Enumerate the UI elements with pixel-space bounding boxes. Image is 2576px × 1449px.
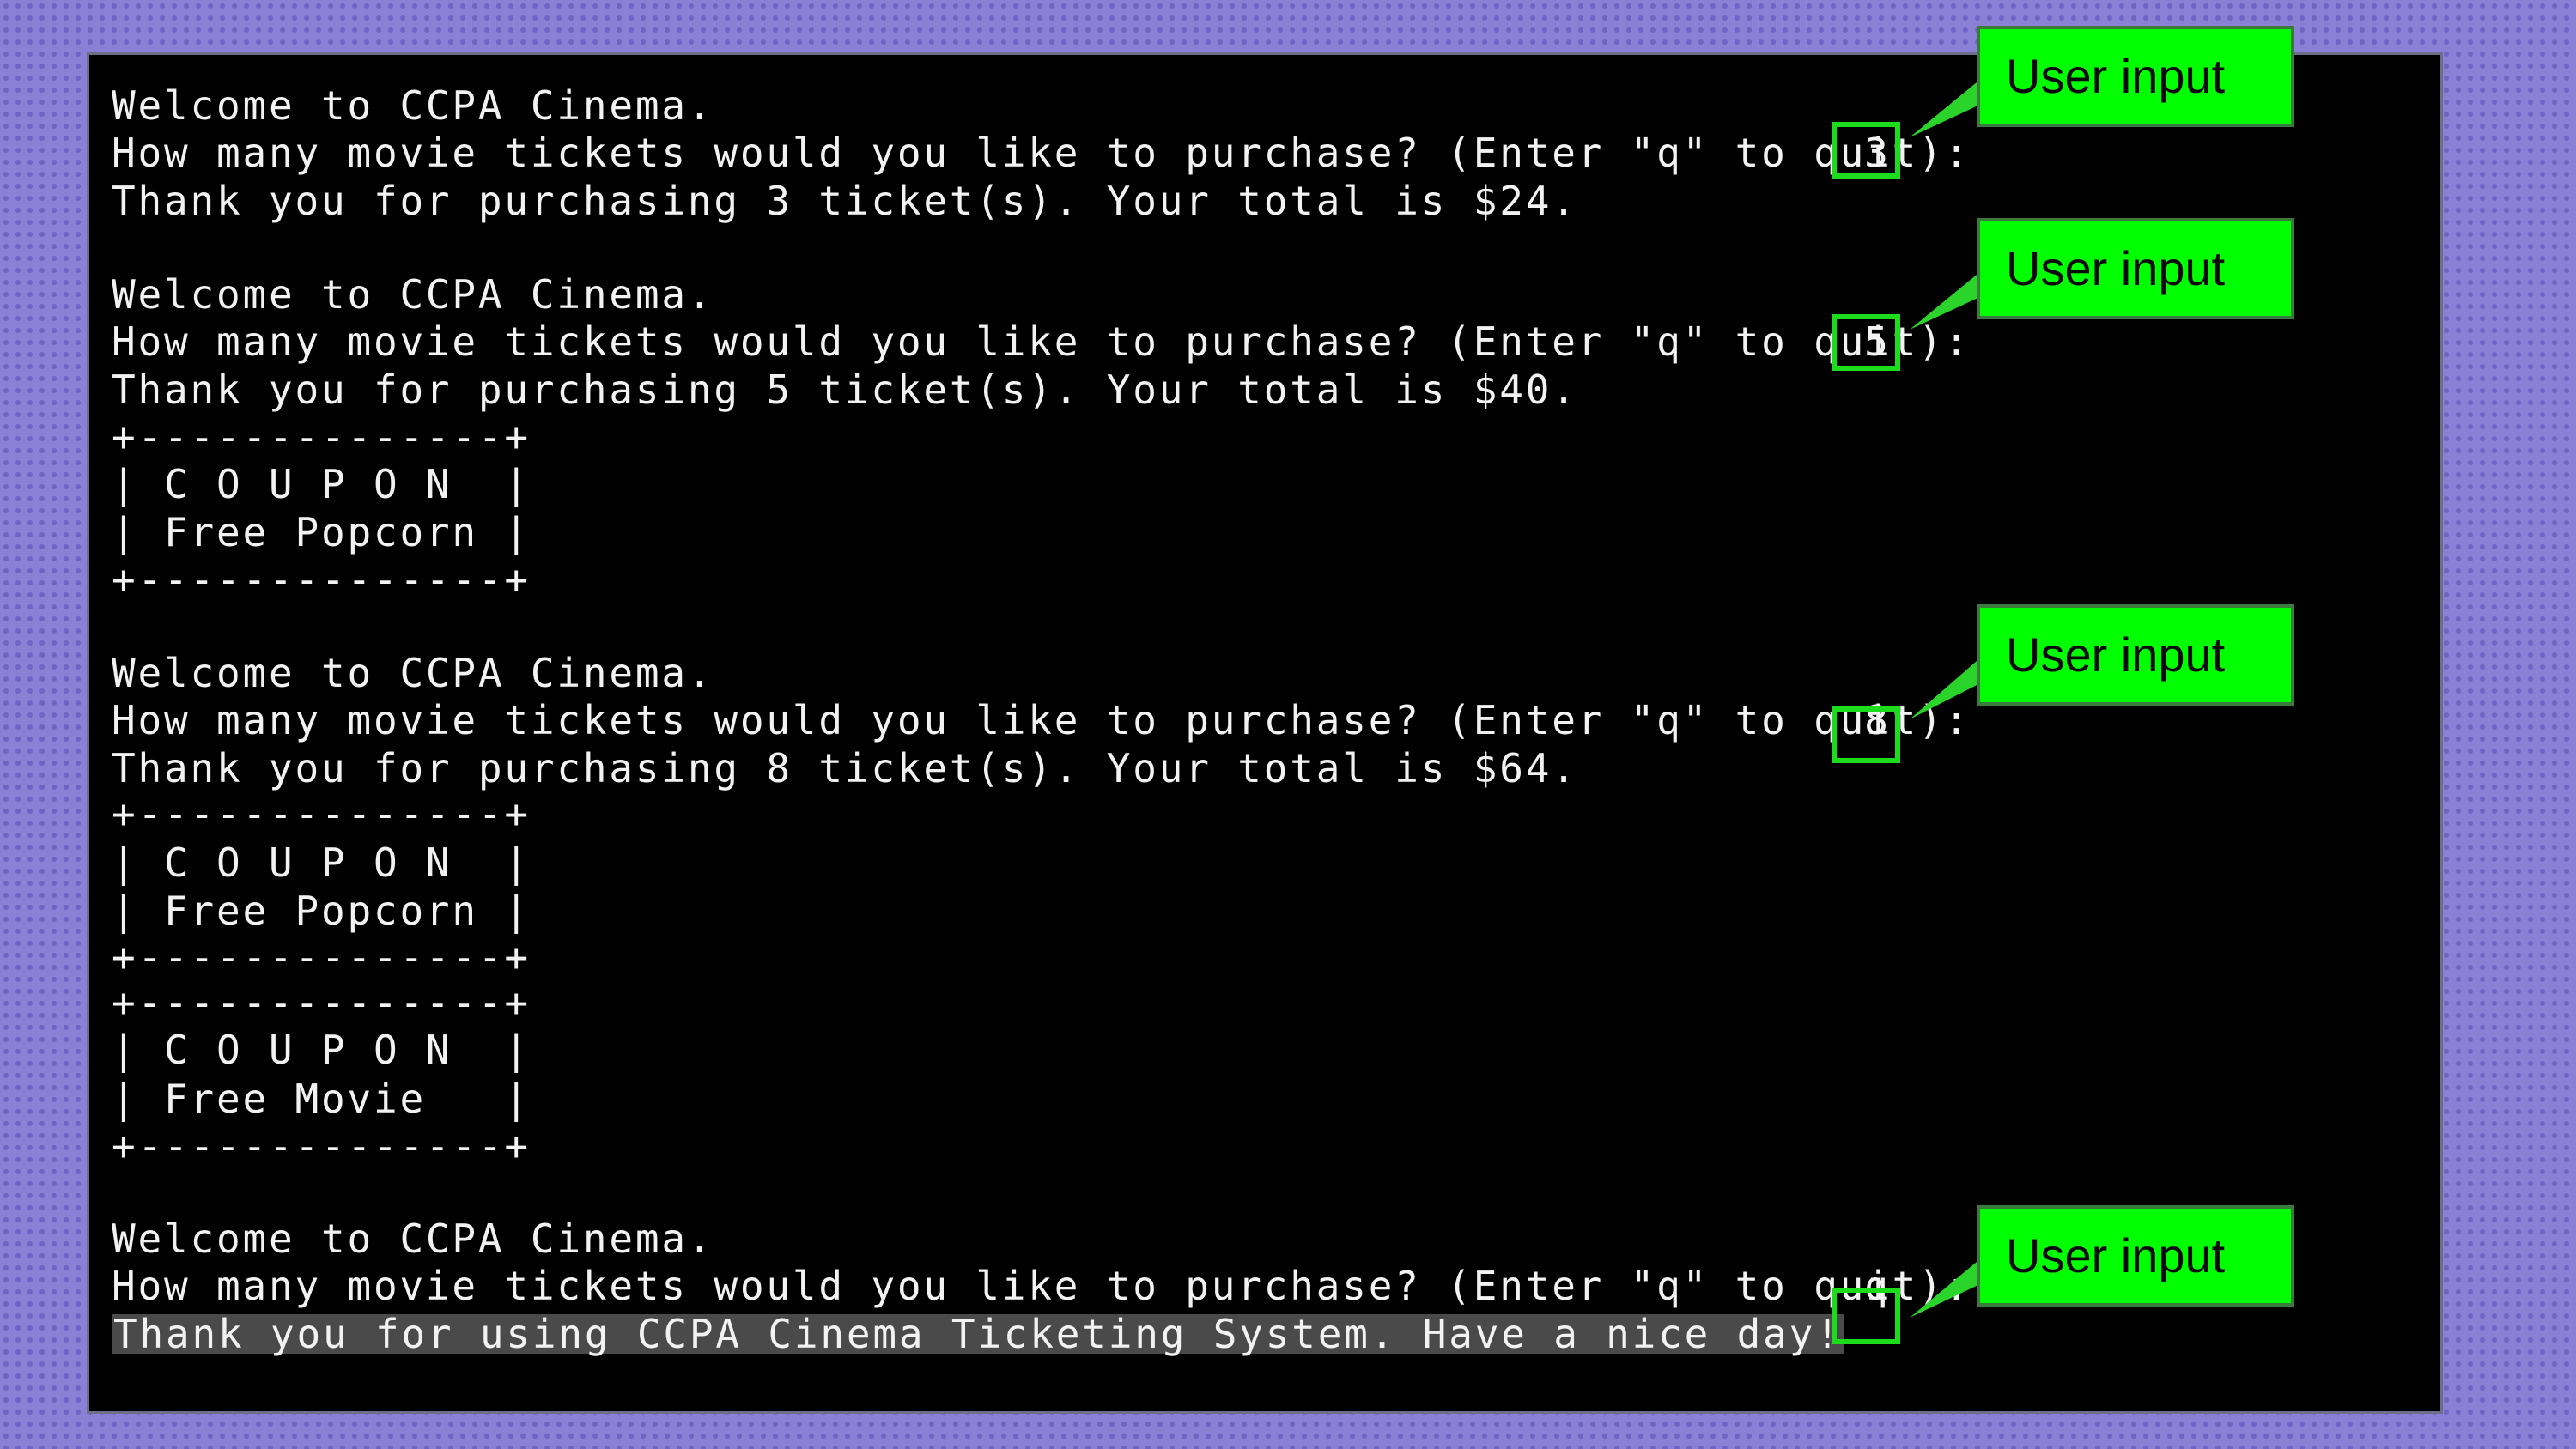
callout-pointer [1910,82,1984,137]
user-input-callout: User input [1977,604,2294,706]
user-input-callout: User input [1977,26,2294,127]
callout-pointer [1910,275,1984,330]
callout-pointer [1910,661,1984,719]
user-input-callout: User input [1977,218,2294,319]
user-input-callout: User input [1977,1205,2294,1307]
callout-pointer [1910,1262,1984,1318]
